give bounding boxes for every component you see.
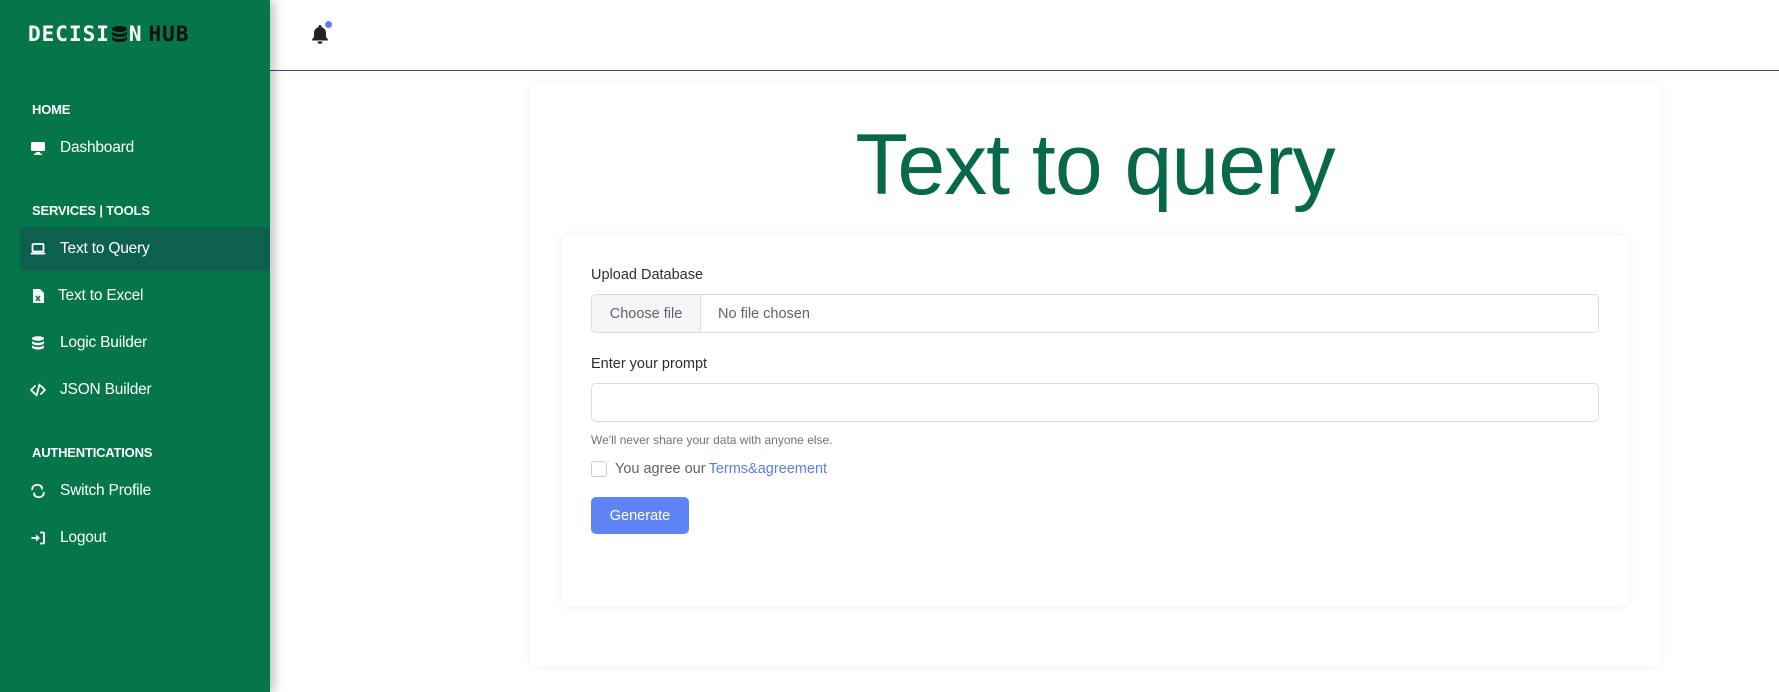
privacy-help-text: We'll never share your data with anyone … xyxy=(591,433,833,447)
terms-checkbox[interactable] xyxy=(591,461,607,477)
generate-button[interactable]: Generate xyxy=(591,497,689,534)
page-title: Text to query xyxy=(855,117,1335,213)
sidebar-item-label: Switch Profile xyxy=(60,482,152,499)
logo-text-n: N xyxy=(128,22,143,46)
sidebar-item-logout[interactable]: Logout xyxy=(20,516,270,560)
sidebar-item-text-to-excel[interactable]: Text to Excel xyxy=(20,274,270,318)
sidebar-item-dashboard[interactable]: Dashboard xyxy=(20,126,270,170)
laptop-icon xyxy=(29,240,47,258)
section-title-services: SERVICES | TOOLS xyxy=(32,203,150,218)
terms-agreement-link[interactable]: Terms&agreement xyxy=(709,461,827,477)
sidebar-item-label: Dashboard xyxy=(60,139,135,156)
prompt-input[interactable] xyxy=(591,383,1599,422)
logo-text-hub: HUB xyxy=(148,22,190,46)
app-logo[interactable]: DECISI N HUB xyxy=(28,22,189,46)
sidebar-item-switch-profile[interactable]: Switch Profile xyxy=(20,469,270,513)
sidebar-item-label: Logic Builder xyxy=(60,334,148,351)
bell-icon xyxy=(310,25,330,49)
database-logo-icon xyxy=(111,25,128,44)
sidebar-item-label: Logout xyxy=(60,529,107,546)
section-title-authentications: AUTHENTICATIONS xyxy=(32,445,153,460)
upload-database-label: Upload Database xyxy=(591,267,704,283)
sidebar: DECISI N HUB HOME Dashboard SERVICES | T… xyxy=(0,0,270,692)
file-status-text: No file chosen xyxy=(718,305,810,322)
terms-agree-text: You agree our xyxy=(615,461,706,477)
query-form-card: Upload Database Choose file No file chos… xyxy=(561,235,1629,606)
top-bar xyxy=(270,0,1779,71)
monitor-icon xyxy=(29,139,47,157)
choose-file-button[interactable]: Choose file xyxy=(592,295,701,332)
sidebar-item-json-builder[interactable]: JSON Builder xyxy=(20,368,270,412)
logo-text-decision: DECISI xyxy=(28,22,110,46)
section-title-home: HOME xyxy=(32,102,71,117)
sidebar-item-text-to-query[interactable]: Text to Query xyxy=(20,227,270,271)
sign-in-icon xyxy=(29,529,47,547)
switch-arrows-icon xyxy=(29,482,47,500)
code-icon xyxy=(29,381,47,399)
prompt-label: Enter your prompt xyxy=(591,356,708,372)
notification-bell-button[interactable] xyxy=(310,21,332,45)
notification-dot xyxy=(325,21,332,28)
database-icon xyxy=(29,334,47,352)
sidebar-item-label: Text to Excel xyxy=(58,287,144,304)
excel-file-icon xyxy=(29,287,47,305)
sidebar-item-label: Text to Query xyxy=(60,240,150,257)
sidebar-item-logic-builder[interactable]: Logic Builder xyxy=(20,321,270,365)
main-card: Text to query Upload Database Choose fil… xyxy=(530,84,1660,666)
terms-agreement-row: You agree our Terms&agreement xyxy=(591,461,827,477)
database-file-input[interactable]: Choose file No file chosen xyxy=(591,294,1599,333)
sidebar-item-label: JSON Builder xyxy=(60,381,152,398)
